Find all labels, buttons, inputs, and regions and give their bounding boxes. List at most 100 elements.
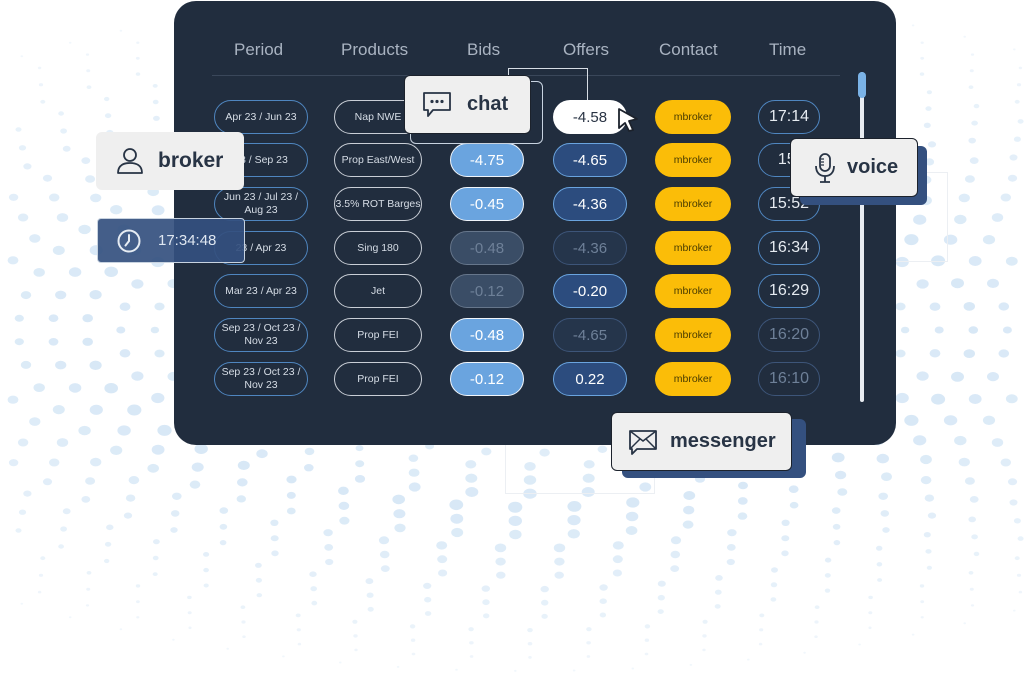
decorative-dot — [900, 326, 910, 334]
decorative-dot — [131, 371, 144, 381]
product-cell[interactable]: Prop FEI — [334, 318, 422, 352]
decorative-dot — [236, 495, 246, 503]
clock-card[interactable]: 17:34:48 — [97, 218, 245, 263]
decorative-dot — [727, 529, 737, 537]
decorative-dot — [1013, 518, 1021, 524]
contact-button[interactable]: mbroker — [655, 318, 731, 352]
decorative-dot — [23, 490, 32, 497]
contact-button[interactable]: mbroker — [655, 231, 731, 265]
decorative-dot — [982, 415, 996, 425]
product-cell[interactable]: Sing 180 — [334, 231, 422, 265]
decorative-dot — [528, 656, 532, 659]
period-cell[interactable]: Apr 23 / Jun 23 — [214, 100, 308, 134]
decorative-dot — [270, 535, 279, 542]
decorative-dot — [104, 113, 112, 119]
decorative-dot — [670, 536, 682, 545]
decorative-dot — [78, 425, 91, 436]
period-cell[interactable]: Sep 23 / Oct 23 / Nov 23 — [214, 362, 308, 396]
contact-button[interactable]: mbroker — [655, 274, 731, 308]
decorative-dot — [286, 475, 297, 484]
period-cell[interactable]: Mar 23 / Apr 23 — [214, 274, 308, 308]
decorative-dot — [219, 507, 229, 514]
column-header-offers[interactable]: Offers — [563, 40, 609, 60]
decorative-dot — [923, 122, 931, 128]
decorative-dot — [304, 464, 314, 472]
decorative-dot — [482, 599, 490, 606]
decorative-dot — [151, 205, 165, 216]
bid-cell[interactable]: -0.45 — [450, 187, 524, 221]
offer-cell[interactable]: -4.36 — [553, 187, 627, 221]
decorative-dot — [152, 572, 158, 576]
offer-cell[interactable]: 0.22 — [553, 362, 627, 396]
decorative-dot — [128, 476, 140, 485]
decorative-dot — [554, 557, 565, 566]
decorative-dot — [151, 392, 165, 404]
offer-cell[interactable]: -0.20 — [553, 274, 627, 308]
decorative-dot — [170, 527, 178, 533]
decorative-dot — [468, 627, 474, 632]
decorative-dot — [203, 583, 209, 588]
contact-button[interactable]: mbroker — [655, 100, 731, 134]
product-cell[interactable]: Jet — [334, 274, 422, 308]
scrollbar-thumb[interactable] — [858, 72, 866, 98]
messenger-card[interactable]: messenger — [611, 412, 792, 471]
bid-cell[interactable]: -0.12 — [450, 274, 524, 308]
product-cell[interactable]: 3.5% ROT Barges — [334, 187, 422, 221]
decorative-dot — [89, 360, 102, 370]
decorative-dot — [920, 616, 924, 619]
decorative-dot — [971, 120, 978, 126]
decorative-dot — [465, 473, 478, 483]
column-header-bids[interactable]: Bids — [467, 40, 500, 60]
decorative-dot — [1016, 83, 1022, 87]
contact-button[interactable]: mbroker — [655, 362, 731, 396]
decorative-dot — [131, 279, 144, 289]
decorative-dot — [286, 491, 296, 499]
product-cell[interactable]: Prop FEI — [334, 362, 422, 396]
period-cell[interactable]: Jun 23 / Jul 23 / Aug 23 — [214, 187, 308, 221]
decorative-dot — [540, 585, 549, 593]
decorative-dot — [644, 638, 650, 642]
decorative-dot — [737, 497, 748, 505]
contact-button[interactable]: mbroker — [655, 143, 731, 177]
column-header-contact[interactable]: Contact — [659, 40, 718, 60]
decorative-dot — [881, 472, 892, 482]
decorative-dot — [926, 565, 933, 570]
decorative-dot — [119, 349, 131, 358]
voice-card[interactable]: voice — [790, 138, 918, 197]
decorative-dot — [104, 383, 118, 394]
decorative-dot — [1005, 256, 1018, 266]
period-cell[interactable]: Sep 23 / Oct 23 / Nov 23 — [214, 318, 308, 352]
decorative-dot — [110, 205, 123, 215]
scrollbar-track[interactable] — [860, 72, 864, 402]
decorative-dot — [297, 642, 302, 646]
decorative-dot — [42, 478, 53, 486]
decorative-dot — [68, 41, 72, 44]
decorative-dot — [85, 477, 96, 485]
decorative-dot — [465, 460, 477, 469]
contact-button[interactable]: mbroker — [655, 187, 731, 221]
time-cell: 16:20 — [758, 318, 820, 352]
decorative-dot — [296, 628, 301, 632]
decorative-dot — [973, 103, 980, 109]
chat-card[interactable]: chat — [404, 75, 531, 134]
broker-card[interactable]: broker — [96, 132, 244, 190]
decorative-dot — [969, 157, 979, 165]
offer-cell[interactable]: -4.58 — [553, 100, 627, 134]
decorative-dot — [78, 224, 91, 235]
bid-cell[interactable]: -0.12 — [450, 362, 524, 396]
bid-cell[interactable]: -4.75 — [450, 143, 524, 177]
bid-cell[interactable]: -0.48 — [450, 318, 524, 352]
decorative-dot — [152, 99, 159, 105]
column-header-products[interactable]: Products — [341, 40, 408, 60]
offer-cell[interactable]: -4.65 — [553, 318, 627, 352]
decorative-dot — [15, 528, 22, 533]
bid-cell[interactable]: -0.48 — [450, 231, 524, 265]
decorative-dot — [759, 613, 765, 618]
offer-cell[interactable]: -4.36 — [553, 231, 627, 265]
product-cell[interactable]: Prop East/West — [334, 143, 422, 177]
decorative-dot — [670, 550, 681, 559]
column-header-period[interactable]: Period — [234, 40, 283, 60]
column-header-time[interactable]: Time — [769, 40, 806, 60]
decorative-dot — [612, 555, 623, 564]
offer-cell[interactable]: -4.65 — [553, 143, 627, 177]
